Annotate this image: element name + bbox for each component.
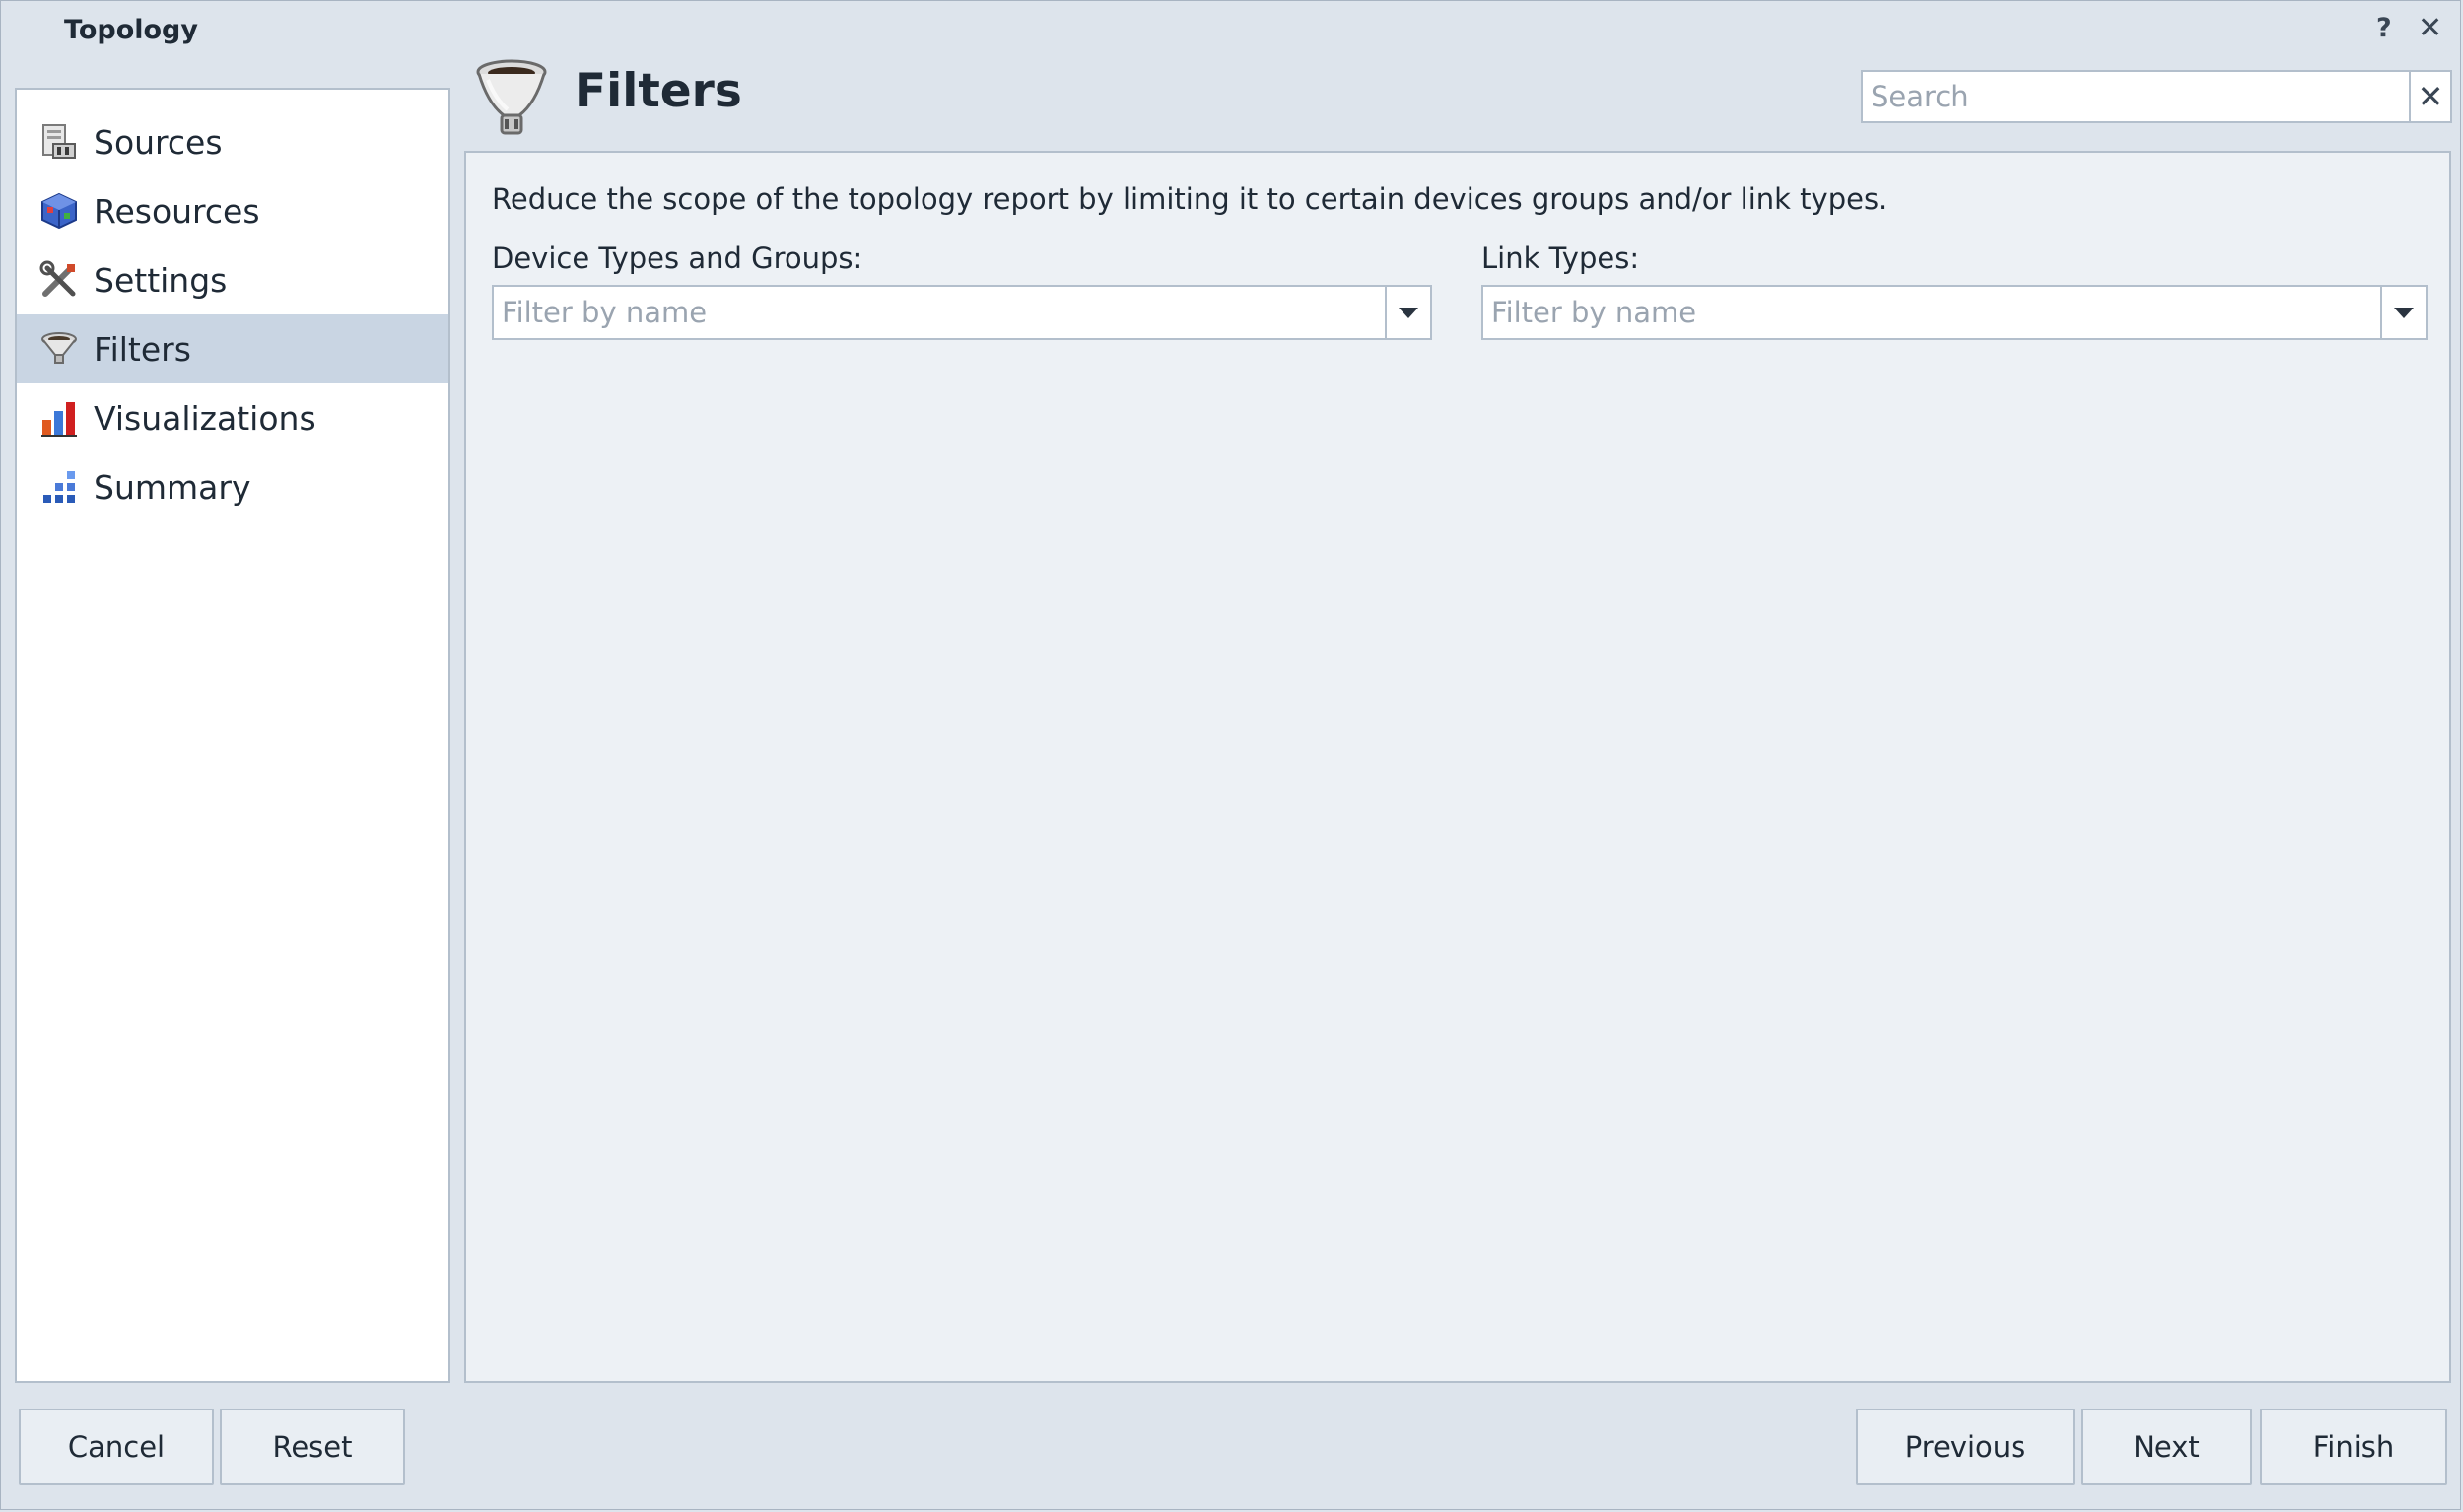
previous-button[interactable]: Previous	[1856, 1409, 2075, 1485]
chevron-down-icon	[2394, 307, 2414, 318]
sidebar: Sources Resources Settings Filters Visua…	[15, 88, 450, 1383]
next-button[interactable]: Next	[2081, 1409, 2252, 1485]
device-types-label: Device Types and Groups:	[492, 241, 863, 275]
close-icon[interactable]: ✕	[2418, 11, 2442, 45]
settings-icon	[38, 259, 80, 301]
cancel-button[interactable]: Cancel	[19, 1409, 214, 1485]
filter-icon	[38, 328, 80, 370]
link-types-filter-input[interactable]	[1483, 287, 2380, 338]
sidebar-item-summary[interactable]: Summary	[17, 452, 448, 521]
filter-funnel-icon	[474, 58, 549, 141]
sources-icon	[38, 121, 80, 163]
search-clear-icon[interactable]: ✕	[2411, 70, 2452, 123]
device-types-dropdown-button[interactable]	[1385, 287, 1430, 338]
sidebar-item-resources[interactable]: Resources	[17, 176, 448, 245]
summary-icon	[38, 466, 80, 508]
page-title: Filters	[575, 64, 742, 118]
filters-panel: Reduce the scope of the topology report …	[464, 151, 2451, 1383]
chevron-down-icon	[1399, 307, 1418, 318]
link-types-dropdown-button[interactable]	[2380, 287, 2426, 338]
sidebar-item-visualizations[interactable]: Visualizations	[17, 383, 448, 452]
sidebar-item-label: Filters	[94, 329, 191, 369]
device-types-combobox	[492, 285, 1432, 340]
window-title: Topology	[64, 15, 198, 45]
topology-dialog: Topology ? ✕ Sources Resources Settings …	[0, 0, 2461, 1510]
visualizations-icon	[38, 397, 80, 439]
link-types-label: Link Types:	[1481, 241, 1640, 275]
filters-description: Reduce the scope of the topology report …	[492, 182, 1888, 216]
sidebar-item-sources[interactable]: Sources	[17, 107, 448, 176]
link-types-combobox	[1481, 285, 2428, 340]
sidebar-item-filters[interactable]: Filters	[17, 314, 448, 383]
help-icon[interactable]: ?	[2376, 13, 2392, 43]
search-input[interactable]	[1861, 70, 2411, 123]
sidebar-item-label: Settings	[94, 260, 228, 300]
sidebar-item-label: Sources	[94, 122, 223, 162]
finish-button[interactable]: Finish	[2260, 1409, 2447, 1485]
sidebar-item-label: Resources	[94, 191, 260, 231]
sidebar-item-settings[interactable]: Settings	[17, 245, 448, 314]
sidebar-item-label: Summary	[94, 467, 251, 507]
device-types-filter-input[interactable]	[494, 287, 1385, 338]
reset-button[interactable]: Reset	[220, 1409, 405, 1485]
sidebar-item-label: Visualizations	[94, 398, 316, 438]
resources-icon	[38, 190, 80, 232]
